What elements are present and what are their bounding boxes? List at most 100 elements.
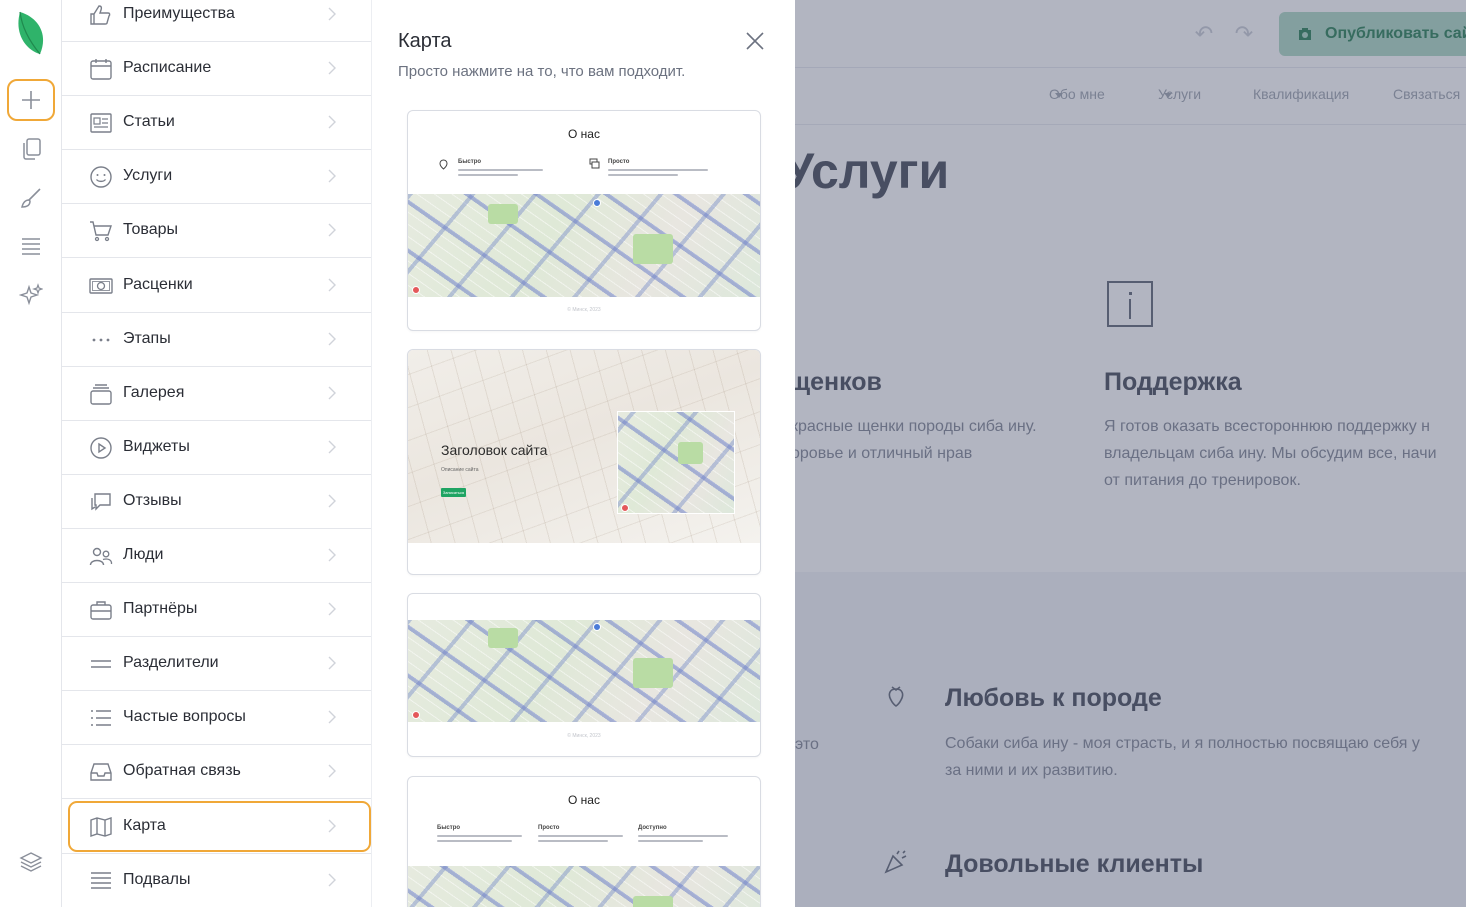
category-label: Расценки	[123, 275, 193, 293]
category-label: Виджеты	[123, 437, 190, 455]
map-layout-card-1[interactable]: О нас Быстро Просто © Минск, 2023	[407, 110, 761, 331]
panel-title: Карта	[398, 30, 452, 52]
category-item-10[interactable]: Люди	[62, 529, 371, 583]
logo-leaf-icon	[18, 11, 44, 55]
hero-button: Записаться	[441, 488, 466, 497]
map-layout-card-3[interactable]: © Минск, 2023	[407, 593, 761, 757]
plus-icon	[22, 91, 40, 109]
category-item-3[interactable]: Услуги	[62, 150, 371, 205]
category-item-0[interactable]: Преимущества	[62, 0, 371, 42]
category-item-6[interactable]: Этапы	[62, 313, 371, 367]
cart-icon	[90, 221, 112, 242]
people-icon	[89, 547, 113, 566]
article-icon	[90, 113, 112, 133]
chevron-right-icon	[328, 278, 336, 291]
chevron-right-icon	[328, 169, 336, 183]
chevron-right-icon	[328, 764, 336, 778]
location-pin-icon	[439, 159, 448, 170]
brush-icon	[21, 188, 41, 208]
category-item-4[interactable]: Товары	[62, 204, 371, 259]
category-label: Расписание	[123, 59, 212, 77]
chevron-right-icon	[328, 548, 336, 562]
category-item-9[interactable]: Отзывы	[62, 475, 371, 529]
category-item-8[interactable]: Виджеты	[62, 421, 371, 475]
pages-button[interactable]	[7, 128, 55, 170]
layers-icon	[19, 852, 43, 872]
category-label: Преимущества	[123, 5, 235, 22]
chevron-right-icon	[328, 494, 336, 508]
smile-icon	[90, 166, 112, 188]
gallery-icon	[90, 383, 112, 405]
category-label: Отзывы	[123, 491, 182, 509]
list-icon	[91, 710, 111, 727]
chevron-right-icon	[328, 873, 336, 887]
map-preview	[617, 411, 735, 514]
map-icon	[90, 816, 112, 837]
footer-icon	[91, 871, 111, 889]
category-item-5[interactable]: Расценки	[62, 259, 371, 313]
category-item-12[interactable]: Разделители	[62, 637, 371, 692]
divider-icon	[91, 660, 111, 668]
category-item-13[interactable]: Частые вопросы	[62, 691, 371, 746]
section-category-list: Преимущества Расписание Статьи Услуги Товары…	[62, 0, 371, 907]
modal-overlay[interactable]	[795, 0, 1466, 907]
category-label: Товары	[123, 221, 179, 239]
map-preview	[408, 866, 760, 907]
inbox-icon	[90, 763, 112, 782]
sections-button[interactable]	[7, 225, 55, 267]
chevron-right-icon	[328, 61, 336, 75]
chat-icon	[91, 493, 111, 511]
category-label: Галерея	[123, 383, 185, 401]
calendar-icon	[90, 59, 112, 80]
category-item-16[interactable]: Подвалы	[62, 854, 371, 907]
category-item-11[interactable]: Партнёры	[62, 583, 371, 638]
category-item-15[interactable]: Карта	[62, 800, 371, 854]
map-layout-card-4[interactable]: О нас Быстро Просто Доступно	[407, 776, 761, 907]
card-col-title: Доступно	[638, 825, 667, 831]
briefcase-icon	[90, 601, 112, 620]
category-label: Этапы	[123, 329, 171, 347]
category-label: Подвалы	[123, 870, 191, 888]
sections-icon	[22, 238, 40, 255]
map-layouts-panel: Карта Просто нажмите на то, что вам подх…	[371, 0, 795, 907]
category-label: Люди	[123, 546, 164, 563]
chevron-right-icon	[328, 602, 336, 616]
category-label: Обратная связь	[123, 762, 241, 780]
category-item-7[interactable]: Галерея	[62, 367, 371, 421]
hero-title: Заголовок сайта	[441, 442, 548, 458]
card-col-title: Просто	[608, 159, 630, 165]
category-label: Частые вопросы	[123, 708, 246, 726]
pages-icon	[23, 138, 41, 160]
layers-button[interactable]	[7, 841, 55, 883]
card-col-title: Просто	[538, 825, 560, 831]
design-button[interactable]	[7, 177, 55, 219]
dots-icon	[92, 338, 110, 341]
money-icon	[89, 277, 113, 294]
chevron-right-icon	[328, 223, 336, 237]
card-footer: © Минск, 2023	[567, 733, 601, 739]
map-preview	[408, 620, 760, 722]
ai-button[interactable]	[7, 274, 55, 316]
chevron-right-icon	[328, 656, 336, 670]
category-label: Партнёры	[123, 600, 198, 618]
category-item-14[interactable]: Обратная связь	[62, 745, 371, 800]
close-icon[interactable]	[744, 30, 766, 52]
map-preview	[408, 194, 760, 297]
add-section-button[interactable]	[7, 79, 55, 121]
cards-icon	[589, 158, 600, 169]
hero-subtitle: Описание сайта	[441, 467, 479, 473]
chevron-right-icon	[328, 819, 336, 832]
map-layout-card-2[interactable]: Заголовок сайта Описание сайта Записатьс…	[407, 349, 761, 575]
category-label: Услуги	[123, 167, 173, 185]
card-col-title: Быстро	[437, 825, 461, 831]
category-label: Разделители	[123, 654, 219, 672]
panel-subtitle: Просто нажмите на то, что вам подходит.	[398, 63, 686, 80]
card-col-title: Быстро	[458, 159, 482, 165]
chevron-right-icon	[328, 710, 336, 724]
category-item-1[interactable]: Расписание	[62, 42, 371, 97]
editor-sidebar	[0, 0, 62, 907]
chevron-right-icon	[328, 7, 336, 21]
category-item-2[interactable]: Статьи	[62, 96, 371, 151]
chevron-right-icon	[328, 115, 336, 129]
category-label: Карта	[123, 816, 166, 834]
